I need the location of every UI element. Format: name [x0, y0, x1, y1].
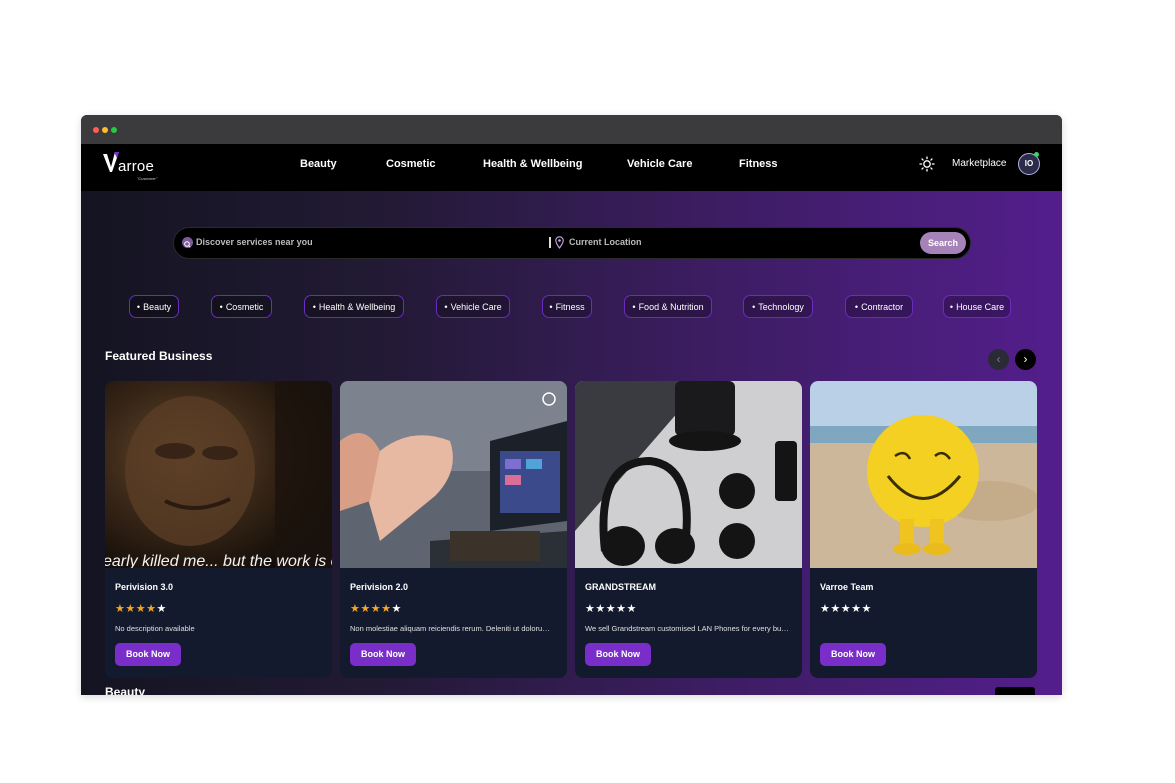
category-chip-food-nutrition[interactable]: • Food & Nutrition [624, 295, 712, 318]
featured-section-title: Featured Business [105, 349, 213, 363]
search-button[interactable]: Search [920, 232, 966, 254]
book-now-button[interactable]: Book Now [350, 643, 416, 666]
star-icon: ★ [585, 603, 596, 615]
nav-link-cosmetic[interactable]: Cosmetic [386, 158, 436, 170]
business-image [810, 381, 1037, 568]
category-chip-beauty[interactable]: • Beauty [129, 295, 179, 318]
section-nav-button[interactable] [995, 687, 1035, 695]
nav-link-vehicle-care[interactable]: Vehicle Care [627, 158, 692, 170]
location-pin-icon [555, 236, 564, 249]
category-chip-technology[interactable]: • Technology [743, 295, 813, 318]
business-name: GRANDSTREAM [585, 582, 656, 592]
online-status-dot [1034, 152, 1039, 157]
business-description: Non molestiae aliquam reiciendis rerum. … [350, 624, 555, 633]
carousel-prev-button[interactable]: ‹ [988, 349, 1009, 370]
business-card[interactable]: Varroe Team ★★★★★ Book Now [810, 381, 1037, 678]
book-now-button[interactable]: Book Now [820, 643, 886, 666]
search-divider [549, 237, 551, 248]
star-icon: ★ [135, 603, 147, 615]
nav-link-fitness[interactable]: Fitness [739, 158, 778, 170]
category-chip-label: Health & Wellbeing [318, 302, 396, 312]
brand-logo[interactable]: arroe "Customer" [103, 151, 165, 181]
location-input[interactable]: Current Location [569, 237, 642, 247]
star-icon: ★ [370, 603, 382, 615]
category-chip-label: Technology [758, 302, 804, 312]
sun-icon[interactable] [919, 156, 935, 172]
business-description: No description available [115, 624, 195, 633]
star-icon: ★ [156, 603, 167, 615]
category-chip-contractor[interactable]: • Contractor [845, 295, 913, 318]
marketplace-link[interactable]: Marketplace [952, 158, 1006, 169]
brand-tagline: "Customer" [137, 176, 158, 181]
business-card[interactable]: GRANDSTREAM ★★★★★ We sell Grandstream cu… [575, 381, 802, 678]
star-icon: ★ [616, 603, 627, 615]
rating-stars: ★★★★★ [115, 602, 167, 615]
star-icon: ★ [861, 603, 872, 615]
category-chip-label: Fitness [555, 302, 585, 312]
star-icon: ★ [840, 603, 852, 615]
search-bar: Discover services near you Current Locat… [173, 227, 971, 259]
beauty-section-title: Beauty [105, 685, 146, 695]
category-chip-house-care[interactable]: • House Care [943, 295, 1011, 318]
top-navigation: arroe "Customer" Beauty Cosmetic Health … [81, 144, 1062, 191]
nav-link-beauty[interactable]: Beauty [300, 158, 337, 170]
business-card[interactable]: Perivision 2.0 ★★★★★ Non molestiae aliqu… [340, 381, 567, 678]
carousel-next-button[interactable]: › [1015, 349, 1036, 370]
business-description: We sell Grandstream customised LAN Phone… [585, 624, 790, 633]
business-image [340, 381, 567, 568]
star-icon: ★ [830, 603, 841, 615]
browser-window: arroe "Customer" Beauty Cosmetic Health … [81, 115, 1062, 695]
star-icon: ★ [125, 603, 136, 615]
business-name: Perivision 2.0 [350, 582, 409, 592]
star-icon: ★ [115, 603, 126, 615]
business-image [575, 381, 802, 568]
star-icon: ★ [146, 603, 157, 615]
rating-stars: ★★★★★ [350, 602, 402, 615]
close-window-dot[interactable] [93, 127, 99, 133]
star-icon: ★ [605, 603, 617, 615]
category-chip-health-wellbeing[interactable]: • Health & Wellbeing [304, 295, 404, 318]
category-chip-vehicle-care[interactable]: • Vehicle Care [436, 295, 510, 318]
rating-stars: ★★★★★ [585, 602, 637, 615]
search-icon [182, 237, 193, 248]
category-chip-cosmetic[interactable]: • Cosmetic [211, 295, 272, 318]
minimize-window-dot[interactable] [102, 127, 108, 133]
star-icon: ★ [820, 603, 831, 615]
star-icon: ★ [626, 603, 637, 615]
business-name: Perivision 3.0 [115, 582, 174, 592]
category-chip-label: Beauty [143, 302, 172, 312]
star-icon: ★ [851, 603, 862, 615]
brand-name: arroe [118, 158, 155, 175]
category-chip-fitness[interactable]: • Fitness [542, 295, 592, 318]
category-chip-label: Cosmetic [225, 302, 264, 312]
image-caption: early killed me... but the work is c [105, 553, 332, 568]
window-titlebar [81, 115, 1062, 144]
book-now-button[interactable]: Book Now [585, 643, 651, 666]
business-image: early killed me... but the work is c [105, 381, 332, 568]
rating-stars: ★★★★★ [820, 602, 872, 615]
star-icon: ★ [360, 603, 371, 615]
book-now-button[interactable]: Book Now [115, 643, 181, 666]
nav-link-health-wellbeing[interactable]: Health & Wellbeing [483, 158, 582, 170]
star-icon: ★ [381, 603, 392, 615]
category-chip-label: House Care [956, 302, 1005, 312]
maximize-window-dot[interactable] [111, 127, 117, 133]
varroe-v-logo-icon [103, 152, 119, 172]
category-chip-label: Vehicle Care [450, 302, 502, 312]
star-icon: ★ [350, 603, 361, 615]
star-icon: ★ [595, 603, 606, 615]
main-content: Discover services near you Current Locat… [81, 191, 1062, 695]
business-card[interactable]: early killed me... but the work is c Per… [105, 381, 332, 678]
chevron-left-icon: ‹ [996, 352, 1001, 366]
category-chip-label: Contractor [861, 302, 904, 312]
star-icon: ★ [391, 603, 402, 615]
service-search-input[interactable]: Discover services near you [196, 237, 313, 247]
category-chip-label: Food & Nutrition [638, 302, 704, 312]
business-name: Varroe Team [820, 582, 874, 592]
chevron-right-icon: › [1023, 352, 1028, 366]
